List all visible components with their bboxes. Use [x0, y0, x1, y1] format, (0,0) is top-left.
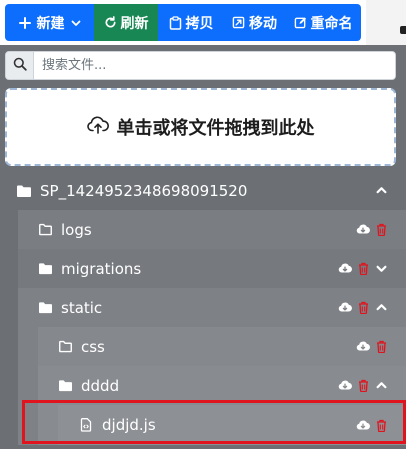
- tree-item[interactable]: css: [0, 327, 406, 366]
- tree-item-actions: [338, 301, 388, 315]
- trash-icon[interactable]: [356, 379, 370, 393]
- search-box: [5, 51, 396, 80]
- plus-icon: [18, 16, 31, 29]
- chevron-down-icon: [71, 18, 81, 28]
- tree-root[interactable]: SP_1424952348698091520: [0, 171, 406, 210]
- cloud-download-icon[interactable]: [356, 223, 370, 237]
- tree-item-file[interactable]: djdjd.js: [0, 405, 406, 445]
- folder-icon: [57, 378, 73, 394]
- tree-root-actions: [374, 184, 388, 198]
- tree-item[interactable]: migrations: [0, 249, 406, 288]
- rename-button[interactable]: 重命名: [285, 4, 361, 41]
- trash-icon[interactable]: [374, 340, 388, 354]
- move-icon: [232, 16, 245, 29]
- move-button[interactable]: 移动: [224, 4, 285, 41]
- tree-item-actions: [356, 223, 388, 237]
- upload-dropzone[interactable]: 单击或将文件拖拽到此处: [5, 88, 396, 166]
- tree-indent: [0, 249, 18, 288]
- search-icon: [13, 56, 27, 75]
- tree-indent: [0, 210, 18, 249]
- tree-item-label: migrations: [61, 259, 142, 278]
- folder-outline-icon: [57, 339, 73, 355]
- tree-root-label: SP_1424952348698091520: [40, 181, 248, 200]
- tree-item-label: css: [81, 337, 105, 356]
- cloud-download-icon[interactable]: [356, 340, 370, 354]
- chevron-up-icon[interactable]: [374, 379, 388, 393]
- cloud-download-icon[interactable]: [338, 262, 352, 276]
- tree-item-actions: [356, 340, 388, 354]
- cloud-download-icon[interactable]: [338, 301, 352, 315]
- trash-icon[interactable]: [356, 301, 370, 315]
- folder-outline-icon: [37, 222, 53, 238]
- trash-icon[interactable]: [356, 262, 370, 276]
- cloud-download-icon[interactable]: [356, 418, 370, 432]
- edit-icon: [294, 16, 307, 29]
- folder-icon: [16, 183, 32, 199]
- trash-icon[interactable]: [374, 223, 388, 237]
- tree-indent: [0, 288, 18, 327]
- chevron-down-icon[interactable]: [374, 262, 388, 276]
- tree-indent: [18, 366, 38, 405]
- tree-item-label: djdjd.js: [102, 416, 156, 434]
- tree-indent: [18, 405, 38, 445]
- tree-item[interactable]: logs: [0, 210, 406, 249]
- chevron-up-icon[interactable]: [374, 184, 388, 198]
- move-button-label: 移动: [249, 15, 277, 32]
- trash-icon[interactable]: [374, 418, 388, 432]
- dropzone-label: 单击或将文件拖拽到此处: [116, 118, 315, 139]
- clipboard-icon: [169, 15, 182, 30]
- tree-item-actions: [338, 379, 388, 393]
- toolbar: 新建 刷新 拷贝 移动 重命名: [0, 0, 406, 45]
- tree-item-actions: [338, 262, 388, 276]
- tree-item[interactable]: static: [0, 288, 406, 327]
- file-tree: SP_1424952348698091520 logs migrations s…: [0, 171, 406, 445]
- tree-indent: [18, 327, 38, 366]
- refresh-button-label: 刷新: [120, 15, 149, 32]
- tree-item[interactable]: dddd: [0, 366, 406, 405]
- new-button-label: 新建: [36, 15, 65, 32]
- tree-indent: [0, 327, 18, 366]
- refresh-icon: [104, 16, 117, 29]
- copy-button-label: 拷贝: [185, 15, 214, 32]
- folder-icon: [37, 261, 53, 277]
- tree-item-label: static: [61, 298, 103, 317]
- refresh-button[interactable]: 刷新: [94, 4, 158, 41]
- search-input[interactable]: [34, 52, 395, 79]
- edge-mark: [400, 26, 406, 34]
- new-button[interactable]: 新建: [5, 4, 94, 41]
- code-file-icon: [78, 417, 94, 433]
- folder-icon: [37, 300, 53, 316]
- cloud-upload-icon: [86, 115, 109, 139]
- copy-button[interactable]: 拷贝: [158, 4, 224, 41]
- tree-indent: [0, 366, 18, 405]
- toolbar-edge: [366, 0, 406, 45]
- tree-item-actions: [356, 418, 388, 432]
- tree-indent: [38, 405, 58, 445]
- chevron-up-icon[interactable]: [374, 301, 388, 315]
- toolbar-button-group: 新建 刷新 拷贝 移动 重命名: [5, 4, 361, 41]
- tree-item-label: dddd: [81, 376, 120, 395]
- tree-indent: [0, 405, 18, 445]
- search-addon: [6, 52, 34, 79]
- rename-button-label: 重命名: [310, 15, 353, 32]
- tree-item-label: logs: [61, 220, 92, 239]
- cloud-download-icon[interactable]: [338, 379, 352, 393]
